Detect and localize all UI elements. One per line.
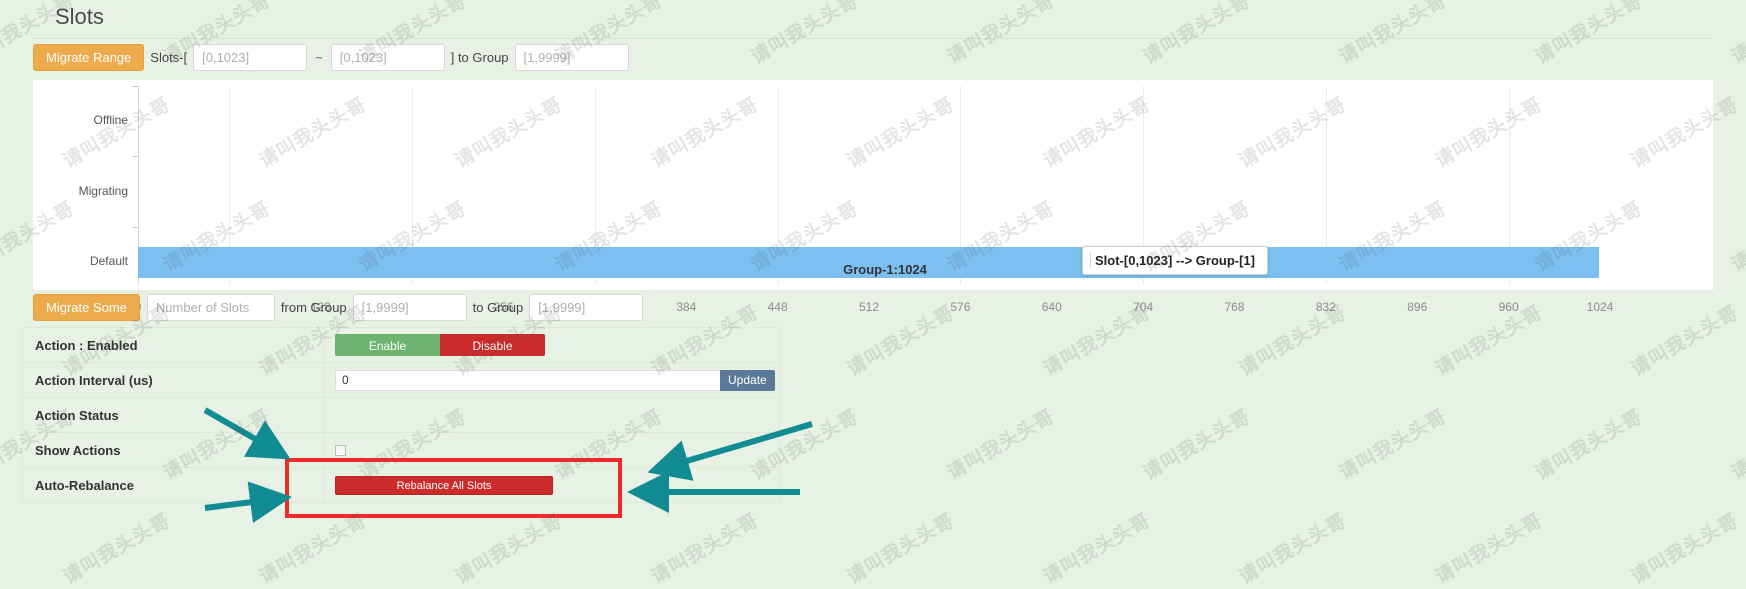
legend-swatch-group-1	[819, 263, 836, 276]
watermark-text: 请叫我头头哥	[1727, 0, 1746, 69]
migrate-range-group-label: ] to Group	[450, 50, 509, 65]
table-row: Action Interval (us) Update	[23, 363, 779, 398]
migrate-range-toolbar: Migrate Range Slots-[ ~ ] to Group	[33, 44, 629, 71]
watermark-text: 请叫我头头哥	[1235, 509, 1351, 589]
watermark-text: 请叫我头头哥	[943, 405, 1059, 485]
chart-x-label-704: 704	[1133, 300, 1154, 314]
disable-button[interactable]: Disable	[440, 334, 545, 356]
migrate-some-toolbar: Migrate Some from Group to Group	[33, 294, 644, 321]
auto-rebalance-label: Auto-Rebalance	[23, 468, 325, 502]
migrate-some-from-input[interactable]	[352, 294, 467, 321]
table-row: Auto-Rebalance Rebalance All Slots	[23, 468, 779, 503]
watermark-text: 请叫我头头哥	[255, 509, 371, 589]
watermark-text: 请叫我头头哥	[1531, 0, 1647, 69]
watermark-text: 请叫我头头哥	[1139, 405, 1255, 485]
watermark-text: 请叫我头头哥	[1727, 405, 1746, 485]
action-status-label: Action Status	[23, 398, 325, 432]
chart-x-label-640: 640	[1041, 300, 1062, 314]
action-interval-label: Action Interval (us)	[23, 363, 325, 397]
watermark-text: 请叫我头头哥	[1627, 301, 1743, 381]
chart-y-label-offline: Offline	[93, 113, 128, 128]
watermark-text: 请叫我头头哥	[747, 0, 863, 69]
chart-x-label-448: 448	[767, 300, 788, 314]
legend-label-group-1: Group-1:1024	[843, 262, 927, 277]
watermark-text: 请叫我头头哥	[1431, 301, 1547, 381]
chart-y-tick	[132, 86, 138, 87]
rebalance-all-slots-button[interactable]: Rebalance All Slots	[335, 475, 553, 495]
update-button[interactable]: Update	[720, 369, 775, 391]
table-row: Action Status	[23, 398, 779, 433]
auto-rebalance-value: Rebalance All Slots	[325, 468, 779, 502]
action-settings-table: Action : Enabled Enable Disable Action I…	[22, 327, 780, 503]
slots-chart-panel: OfflineMigratingDefault06412819225632038…	[33, 80, 1713, 314]
migrate-some-to-input[interactable]	[529, 294, 644, 321]
migrate-range-prefix-label: Slots-[	[150, 50, 188, 65]
migrate-range-to-input[interactable]	[330, 44, 445, 71]
migrate-range-button[interactable]: Migrate Range	[33, 44, 145, 71]
watermark-text: 请叫我头头哥	[1139, 0, 1255, 69]
enable-disable-segmented: Enable Disable	[335, 334, 545, 356]
watermark-text: 请叫我头头哥	[1727, 197, 1746, 277]
watermark-text: 请叫我头头哥	[1039, 509, 1155, 589]
migrate-some-count-input[interactable]	[146, 294, 275, 321]
action-interval-value: Update	[325, 363, 779, 397]
chart-x-label-832: 832	[1315, 300, 1336, 314]
title-divider	[33, 38, 1713, 39]
migrate-range-from-input[interactable]	[193, 44, 308, 71]
watermark-text: 请叫我头头哥	[1431, 509, 1547, 589]
watermark-text: 请叫我头头哥	[1335, 0, 1451, 69]
migrate-range-tilde: ~	[315, 50, 323, 65]
chart-y-label-migrating: Migrating	[78, 183, 128, 198]
migrate-some-from-label: from Group	[280, 300, 347, 315]
page-title: Slots	[55, 4, 104, 29]
watermark-text: 请叫我头头哥	[59, 509, 175, 589]
chart-x-label-512: 512	[858, 300, 880, 314]
watermark-text: 请叫我头头哥	[647, 509, 763, 589]
migrate-some-to-label: to Group	[472, 300, 524, 315]
show-actions-label: Show Actions	[23, 433, 325, 467]
watermark-text: 请叫我头头哥	[843, 509, 959, 589]
action-interval-input[interactable]	[335, 369, 721, 391]
watermark-text: 请叫我头头哥	[451, 509, 567, 589]
migrate-some-button[interactable]: Migrate Some	[33, 294, 140, 321]
watermark-text: 请叫我头头哥	[1335, 405, 1451, 485]
chart-x-label-1024: 1024	[1586, 300, 1614, 314]
watermark-text: 请叫我头头哥	[1627, 509, 1743, 589]
watermark-text: 请叫我头头哥	[1531, 405, 1647, 485]
table-row: Show Actions	[23, 433, 779, 468]
watermark-text: 请叫我头头哥	[943, 0, 1059, 69]
chart-y-tick	[132, 156, 138, 158]
chart-x-label-384: 384	[676, 300, 697, 314]
action-status-value	[325, 398, 779, 432]
chart-x-label-576: 576	[950, 300, 971, 314]
chart-legend-strip	[33, 285, 1713, 290]
action-enabled-label: Action : Enabled	[23, 328, 325, 362]
show-actions-checkbox[interactable]	[335, 444, 346, 456]
table-row: Action : Enabled Enable Disable	[23, 328, 779, 363]
chart-x-label-960: 960	[1498, 300, 1519, 314]
show-actions-value	[325, 433, 779, 467]
chart-x-label-896: 896	[1407, 300, 1428, 314]
chart-y-tick	[132, 226, 138, 228]
enable-button[interactable]: Enable	[335, 334, 440, 356]
chart-legend: Group-1:1024	[33, 262, 1713, 277]
action-enabled-value: Enable Disable	[325, 328, 779, 362]
migrate-range-group-input[interactable]	[514, 44, 629, 71]
chart-x-label-768: 768	[1224, 300, 1245, 314]
